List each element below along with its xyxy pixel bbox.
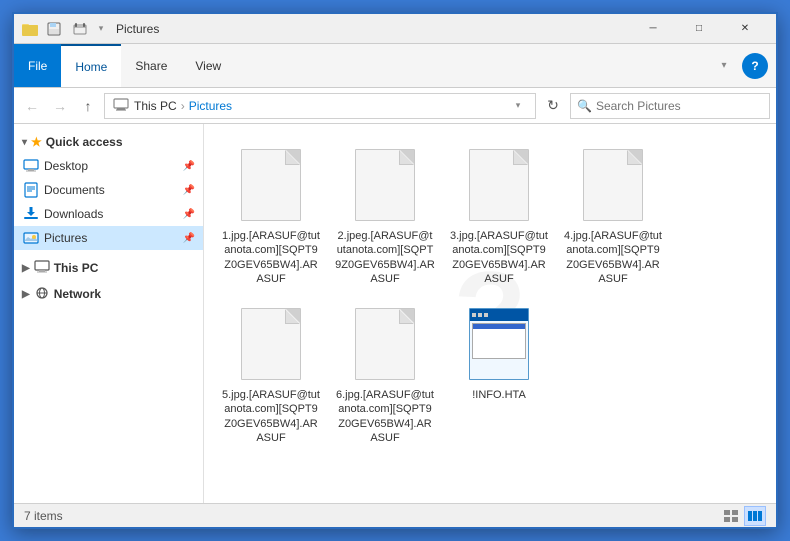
file-icon-2 xyxy=(349,145,421,225)
sidebar-section-thispc[interactable]: ▶ This PC xyxy=(14,254,203,280)
file-icon-3 xyxy=(463,145,535,225)
search-input[interactable] xyxy=(596,99,763,113)
file-icon-6 xyxy=(349,304,421,384)
titlebar: ▾ Pictures ─ □ ✕ xyxy=(14,14,776,44)
breadcrumb-pictures: Pictures xyxy=(189,99,232,113)
search-box[interactable]: 🔍 xyxy=(570,93,770,119)
file-icon-7 xyxy=(463,304,535,384)
large-icons-view-button[interactable] xyxy=(744,506,766,526)
file-label-1: 1.jpg.[ARASUF@tutanota.com][SQPT9Z0GEV65… xyxy=(221,229,321,286)
address-bar: ← → ↑ This PC › Pictures ▾ ↻ 🔍 xyxy=(14,88,776,124)
pin-icon-downloads: 📌 xyxy=(183,209,195,220)
file-item-5[interactable]: 5.jpg.[ARASUF@tutanota.com][SQPT9Z0GEV65… xyxy=(216,295,326,450)
window-icon xyxy=(22,21,38,37)
address-path[interactable]: This PC › Pictures ▾ xyxy=(104,93,536,119)
sidebar-item-documents[interactable]: Documents 📌 xyxy=(14,178,203,202)
file-label-6: 6.jpg.[ARASUF@tutanota.com][SQPT9Z0GEV65… xyxy=(335,388,435,445)
view-toggle xyxy=(720,506,766,526)
path-dropdown-button[interactable]: ▾ xyxy=(509,97,527,115)
file-label-3: 3.jpg.[ARASUF@tutanota.com][SQPT9Z0GEV65… xyxy=(449,229,549,286)
file-label-2: 2.jpeg.[ARASUF@tutanota.com][SQPT9Z0GEV6… xyxy=(335,229,435,286)
sidebar-item-label-documents: Documents xyxy=(44,183,105,197)
sidebar: ▾ ★ Quick access Desktop 📌 Documents 📌 xyxy=(14,124,204,503)
window-title: Pictures xyxy=(116,22,630,36)
file-item-3[interactable]: 3.jpg.[ARASUF@tutanota.com][SQPT9Z0GEV65… xyxy=(444,136,554,291)
file-label-7: !INFO.HTA xyxy=(472,388,526,402)
sidebar-item-label-pictures: Pictures xyxy=(44,231,87,245)
quick-access-arrow: ▾ xyxy=(22,137,27,148)
pin-icon-desktop: 📌 xyxy=(183,161,195,172)
sidebar-item-label-downloads: Downloads xyxy=(44,207,103,221)
file-label-5: 5.jpg.[ARASUF@tutanota.com][SQPT9Z0GEV65… xyxy=(221,388,321,445)
file-icon-4 xyxy=(577,145,649,225)
sidebar-item-pictures[interactable]: Pictures 📌 xyxy=(14,226,203,250)
search-icon: 🔍 xyxy=(577,99,592,113)
list-view-button[interactable] xyxy=(720,506,742,526)
network-icon xyxy=(34,286,50,303)
file-item-7[interactable]: !INFO.HTA xyxy=(444,295,554,450)
sidebar-section-label-quick-access: ★ xyxy=(31,135,42,149)
pin-icon-documents: 📌 xyxy=(183,185,195,196)
statusbar: 7 items xyxy=(14,503,776,527)
qat-dropdown-button[interactable]: ▾ xyxy=(94,19,108,39)
sidebar-item-label-network: Network xyxy=(54,287,101,301)
pin-icon-pictures: 📌 xyxy=(183,233,195,244)
tab-file[interactable]: File xyxy=(14,44,61,87)
ribbon-chevron-down[interactable]: ▾ xyxy=(712,53,736,79)
maximize-button[interactable]: □ xyxy=(676,14,722,44)
window-controls: ─ □ ✕ xyxy=(630,14,768,44)
minimize-button[interactable]: ─ xyxy=(630,14,676,44)
file-item-6[interactable]: 6.jpg.[ARASUF@tutanota.com][SQPT9Z0GEV65… xyxy=(330,295,440,450)
sidebar-section-network[interactable]: ▶ Network xyxy=(14,280,203,306)
file-item-1[interactable]: 1.jpg.[ARASUF@tutanota.com][SQPT9Z0GEV65… xyxy=(216,136,326,291)
qat-properties-button[interactable] xyxy=(68,19,92,39)
file-grid: 1.jpg.[ARASUF@tutanota.com][SQPT9Z0GEV65… xyxy=(212,132,768,454)
breadcrumb-sep1: › xyxy=(181,99,185,113)
ribbon-help-button[interactable]: ? xyxy=(742,53,768,79)
close-button[interactable]: ✕ xyxy=(722,14,768,44)
sidebar-item-label-desktop: Desktop xyxy=(44,159,88,173)
pictures-icon xyxy=(22,229,40,247)
file-content: ? 1.jpg.[ARASUF@tutanota.com][SQPT9Z0GEV… xyxy=(204,124,776,503)
network-arrow: ▶ xyxy=(22,289,30,300)
breadcrumb-thispc-icon xyxy=(113,97,129,114)
file-item-2[interactable]: 2.jpeg.[ARASUF@tutanota.com][SQPT9Z0GEV6… xyxy=(330,136,440,291)
documents-icon xyxy=(22,181,40,199)
sidebar-item-desktop[interactable]: Desktop 📌 xyxy=(14,154,203,178)
refresh-button[interactable]: ↻ xyxy=(540,93,566,119)
ribbon: File Home Share View ▾ ? xyxy=(14,44,776,88)
tab-home[interactable]: Home xyxy=(61,44,121,87)
file-icon-5 xyxy=(235,304,307,384)
up-button[interactable]: ↑ xyxy=(76,93,100,119)
forward-button[interactable]: → xyxy=(48,93,72,119)
sidebar-item-downloads[interactable]: Downloads 📌 xyxy=(14,202,203,226)
file-item-4[interactable]: 4.jpg.[ARASUF@tutanota.com][SQPT9Z0GEV65… xyxy=(558,136,668,291)
breadcrumb-thispc: This PC xyxy=(134,99,177,113)
item-count: 7 items xyxy=(24,509,63,523)
sidebar-item-label: Quick access xyxy=(46,135,123,149)
thispc-icon xyxy=(34,260,50,277)
thispc-arrow: ▶ xyxy=(22,263,30,274)
file-icon-1 xyxy=(235,145,307,225)
breadcrumb: This PC › Pictures xyxy=(113,97,232,114)
main-area: ▾ ★ Quick access Desktop 📌 Documents 📌 xyxy=(14,124,776,503)
tab-share[interactable]: Share xyxy=(121,44,181,87)
sidebar-item-label-thispc: This PC xyxy=(54,261,99,275)
file-explorer-window: ▾ Pictures ─ □ ✕ File Home Share View ▾ … xyxy=(12,12,778,529)
back-button[interactable]: ← xyxy=(20,93,44,119)
file-label-4: 4.jpg.[ARASUF@tutanota.com][SQPT9Z0GEV65… xyxy=(563,229,663,286)
desktop-icon xyxy=(22,157,40,175)
qat-save-button[interactable] xyxy=(42,19,66,39)
downloads-icon xyxy=(22,205,40,223)
sidebar-section-quick-access[interactable]: ▾ ★ Quick access xyxy=(14,128,203,154)
tab-view[interactable]: View xyxy=(181,44,235,87)
